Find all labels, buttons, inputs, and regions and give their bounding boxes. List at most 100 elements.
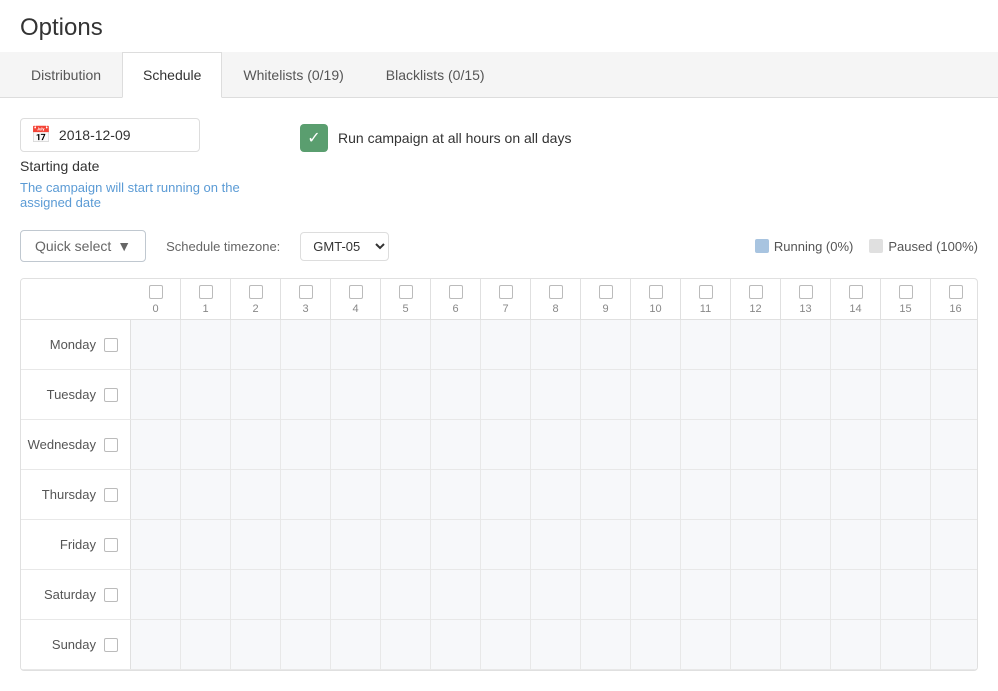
cell-monday-7[interactable] (481, 320, 531, 369)
cell-thursday-7[interactable] (481, 470, 531, 519)
cell-tuesday-12[interactable] (731, 370, 781, 419)
tab-blacklists[interactable]: Blacklists (0/15) (365, 52, 506, 98)
cell-wednesday-1[interactable] (181, 420, 231, 469)
day-checkbox-tuesday[interactable] (104, 388, 118, 402)
cell-sunday-12[interactable] (731, 620, 781, 669)
cell-monday-6[interactable] (431, 320, 481, 369)
hour-checkbox-14[interactable] (849, 285, 863, 299)
cell-thursday-2[interactable] (231, 470, 281, 519)
cell-wednesday-16[interactable] (931, 420, 978, 469)
cell-saturday-14[interactable] (831, 570, 881, 619)
cell-wednesday-4[interactable] (331, 420, 381, 469)
cell-sunday-15[interactable] (881, 620, 931, 669)
cell-tuesday-10[interactable] (631, 370, 681, 419)
cell-saturday-10[interactable] (631, 570, 681, 619)
hour-checkbox-10[interactable] (649, 285, 663, 299)
run-campaign-checkbox[interactable]: ✓ (300, 124, 328, 152)
cell-friday-4[interactable] (331, 520, 381, 569)
quick-select-button[interactable]: Quick select ▼ (20, 230, 146, 262)
cell-monday-11[interactable] (681, 320, 731, 369)
cell-wednesday-11[interactable] (681, 420, 731, 469)
cell-tuesday-1[interactable] (181, 370, 231, 419)
day-checkbox-thursday[interactable] (104, 488, 118, 502)
cell-friday-9[interactable] (581, 520, 631, 569)
cell-wednesday-8[interactable] (531, 420, 581, 469)
cell-thursday-14[interactable] (831, 470, 881, 519)
cell-thursday-3[interactable] (281, 470, 331, 519)
cell-wednesday-5[interactable] (381, 420, 431, 469)
cell-friday-6[interactable] (431, 520, 481, 569)
cell-wednesday-0[interactable] (131, 420, 181, 469)
cell-monday-14[interactable] (831, 320, 881, 369)
day-checkbox-monday[interactable] (104, 338, 118, 352)
cell-tuesday-11[interactable] (681, 370, 731, 419)
hour-checkbox-12[interactable] (749, 285, 763, 299)
cell-saturday-12[interactable] (731, 570, 781, 619)
cell-thursday-8[interactable] (531, 470, 581, 519)
cell-friday-5[interactable] (381, 520, 431, 569)
cell-tuesday-9[interactable] (581, 370, 631, 419)
cell-sunday-7[interactable] (481, 620, 531, 669)
cell-sunday-2[interactable] (231, 620, 281, 669)
cell-friday-1[interactable] (181, 520, 231, 569)
cell-sunday-11[interactable] (681, 620, 731, 669)
date-input[interactable]: 📅 2018-12-09 (20, 118, 200, 152)
cell-wednesday-7[interactable] (481, 420, 531, 469)
cell-monday-5[interactable] (381, 320, 431, 369)
cell-wednesday-12[interactable] (731, 420, 781, 469)
cell-sunday-13[interactable] (781, 620, 831, 669)
cell-saturday-1[interactable] (181, 570, 231, 619)
cell-friday-0[interactable] (131, 520, 181, 569)
tab-distribution[interactable]: Distribution (10, 52, 122, 98)
cell-friday-8[interactable] (531, 520, 581, 569)
cell-monday-1[interactable] (181, 320, 231, 369)
cell-friday-11[interactable] (681, 520, 731, 569)
cell-saturday-2[interactable] (231, 570, 281, 619)
hour-checkbox-6[interactable] (449, 285, 463, 299)
cell-saturday-13[interactable] (781, 570, 831, 619)
cell-monday-13[interactable] (781, 320, 831, 369)
cell-thursday-16[interactable] (931, 470, 978, 519)
day-checkbox-wednesday[interactable] (104, 438, 118, 452)
tab-schedule[interactable]: Schedule (122, 52, 222, 98)
cell-friday-13[interactable] (781, 520, 831, 569)
hour-checkbox-8[interactable] (549, 285, 563, 299)
cell-wednesday-14[interactable] (831, 420, 881, 469)
hour-checkbox-2[interactable] (249, 285, 263, 299)
cell-sunday-16[interactable] (931, 620, 978, 669)
cell-tuesday-4[interactable] (331, 370, 381, 419)
cell-monday-8[interactable] (531, 320, 581, 369)
cell-thursday-15[interactable] (881, 470, 931, 519)
cell-sunday-3[interactable] (281, 620, 331, 669)
day-checkbox-sunday[interactable] (104, 638, 118, 652)
hour-checkbox-16[interactable] (949, 285, 963, 299)
cell-saturday-8[interactable] (531, 570, 581, 619)
cell-thursday-10[interactable] (631, 470, 681, 519)
cell-thursday-0[interactable] (131, 470, 181, 519)
day-checkbox-friday[interactable] (104, 538, 118, 552)
cell-saturday-11[interactable] (681, 570, 731, 619)
hour-checkbox-1[interactable] (199, 285, 213, 299)
cell-monday-12[interactable] (731, 320, 781, 369)
tab-whitelists[interactable]: Whitelists (0/19) (222, 52, 364, 98)
hour-checkbox-4[interactable] (349, 285, 363, 299)
hour-checkbox-9[interactable] (599, 285, 613, 299)
cell-sunday-5[interactable] (381, 620, 431, 669)
cell-sunday-9[interactable] (581, 620, 631, 669)
cell-wednesday-2[interactable] (231, 420, 281, 469)
cell-saturday-0[interactable] (131, 570, 181, 619)
cell-monday-3[interactable] (281, 320, 331, 369)
cell-sunday-14[interactable] (831, 620, 881, 669)
cell-tuesday-2[interactable] (231, 370, 281, 419)
cell-monday-2[interactable] (231, 320, 281, 369)
hour-checkbox-15[interactable] (899, 285, 913, 299)
cell-tuesday-7[interactable] (481, 370, 531, 419)
hour-checkbox-5[interactable] (399, 285, 413, 299)
cell-tuesday-15[interactable] (881, 370, 931, 419)
cell-sunday-10[interactable] (631, 620, 681, 669)
cell-tuesday-3[interactable] (281, 370, 331, 419)
cell-friday-10[interactable] (631, 520, 681, 569)
cell-thursday-13[interactable] (781, 470, 831, 519)
cell-friday-2[interactable] (231, 520, 281, 569)
cell-monday-10[interactable] (631, 320, 681, 369)
